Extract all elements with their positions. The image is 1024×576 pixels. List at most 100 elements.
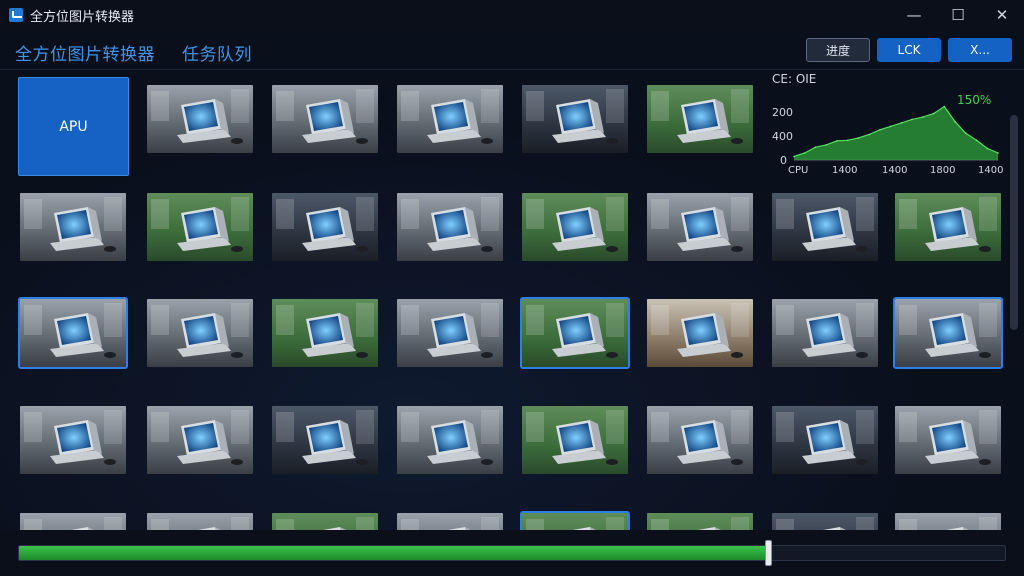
vertical-scrollbar[interactable] — [1010, 115, 1018, 330]
chart-x-tick: 1800 — [930, 165, 956, 176]
thumbnail-image — [895, 299, 1001, 367]
tab-task-queue[interactable]: 任务队列 — [182, 40, 252, 65]
tab-converter[interactable]: 全方位图片转换器 — [15, 40, 155, 65]
progress-fill — [19, 546, 769, 560]
thumbnail-image — [772, 299, 878, 367]
thumbnail-image — [397, 406, 503, 474]
thumbnail-image — [20, 193, 126, 261]
chart-point — [965, 132, 967, 135]
image-thumbnail[interactable] — [397, 193, 503, 261]
thumbnail-image — [397, 299, 503, 367]
image-thumbnail[interactable] — [147, 193, 253, 261]
thumbnail-image — [522, 85, 628, 153]
chart-peak-label: 150% — [957, 93, 992, 107]
chart-point — [868, 133, 870, 136]
image-thumbnail[interactable] — [895, 193, 1001, 261]
lock-button[interactable]: LCK — [877, 38, 941, 62]
chart-point — [932, 112, 935, 115]
thumbnail-image — [147, 513, 253, 530]
close-button[interactable]: ✕ — [980, 0, 1024, 30]
image-thumbnail[interactable] — [272, 299, 378, 367]
thumbnail-image — [522, 193, 628, 261]
image-thumbnail[interactable] — [647, 193, 753, 261]
chart-x-tick: 1400 — [832, 165, 858, 176]
image-grid: APU CE: OIE 200 400 0 150% CPU 1400 1400… — [0, 70, 1024, 530]
image-thumbnail[interactable] — [147, 513, 253, 530]
thumbnail-image — [397, 85, 503, 153]
image-thumbnail[interactable] — [647, 85, 753, 153]
thumbnail-image — [895, 193, 1001, 261]
thumbnail-image — [20, 513, 126, 530]
chart-point — [836, 140, 838, 142]
image-thumbnail[interactable] — [272, 193, 378, 261]
chart-point — [825, 144, 827, 146]
image-thumbnail[interactable] — [20, 513, 126, 530]
image-thumbnail[interactable] — [520, 511, 630, 530]
thumbnail-image — [272, 513, 378, 530]
image-thumbnail[interactable] — [895, 406, 1001, 474]
image-thumbnail[interactable] — [522, 193, 628, 261]
image-thumbnail[interactable] — [20, 193, 126, 261]
image-thumbnail[interactable] — [272, 513, 378, 530]
image-thumbnail[interactable] — [147, 85, 253, 153]
apu-tile[interactable]: APU — [18, 77, 129, 176]
chart-y-tick: 0 — [780, 154, 787, 167]
window-title: 全方位图片转换器 — [30, 9, 135, 25]
chart-point — [900, 122, 903, 124]
image-thumbnail[interactable] — [147, 406, 253, 474]
image-thumbnail[interactable] — [772, 193, 878, 261]
chart-title: CE: OIE — [772, 72, 817, 86]
chart-point — [857, 137, 860, 139]
image-thumbnail[interactable] — [397, 406, 503, 474]
thumbnail-image — [522, 513, 628, 530]
thumbnail-image — [147, 193, 253, 261]
thumbnail-image — [772, 513, 878, 530]
thumbnail-image — [272, 406, 378, 474]
thumbnail-image — [147, 406, 253, 474]
more-button[interactable]: X... — [948, 38, 1012, 62]
image-thumbnail[interactable] — [647, 299, 753, 367]
image-thumbnail[interactable] — [520, 297, 630, 369]
app-logo-icon — [9, 8, 23, 22]
chart-point — [975, 139, 978, 142]
thumbnail-image — [397, 513, 503, 530]
app-header: 全方位图片转换器 任务队列 进度 LCK X... — [0, 30, 1024, 70]
progress-handle[interactable] — [765, 540, 773, 566]
image-thumbnail[interactable] — [272, 85, 378, 153]
progress-button[interactable]: 进度 — [806, 38, 870, 62]
thumbnail-image — [20, 299, 126, 367]
image-thumbnail[interactable] — [397, 513, 503, 530]
image-thumbnail[interactable] — [647, 406, 753, 474]
image-thumbnail[interactable] — [772, 513, 878, 530]
maximize-button[interactable]: ☐ — [936, 0, 980, 30]
image-thumbnail[interactable] — [18, 297, 128, 369]
minimize-button[interactable]: — — [892, 0, 936, 30]
image-thumbnail[interactable] — [893, 297, 1003, 369]
chart-area-fill — [794, 106, 998, 160]
chart-point — [922, 116, 924, 118]
chart-x-tick: 1400 — [978, 165, 1004, 176]
image-thumbnail[interactable] — [397, 299, 503, 367]
chart-point — [986, 147, 989, 150]
image-thumbnail[interactable] — [895, 513, 1001, 530]
image-thumbnail[interactable] — [647, 513, 753, 530]
image-thumbnail[interactable] — [522, 85, 628, 153]
chart-y-tick: 200 — [772, 106, 793, 119]
chart-point — [954, 120, 956, 123]
chart-point — [911, 118, 913, 121]
chart-point — [803, 152, 806, 154]
image-thumbnail[interactable] — [772, 299, 878, 367]
image-thumbnail[interactable] — [20, 406, 126, 474]
image-thumbnail[interactable] — [147, 299, 253, 367]
thumbnail-image — [647, 406, 753, 474]
image-thumbnail[interactable] — [397, 85, 503, 153]
thumbnail-image — [272, 85, 378, 153]
chart-area — [793, 105, 999, 161]
chart-point — [846, 139, 849, 142]
thumbnail-image — [772, 193, 878, 261]
image-thumbnail[interactable] — [772, 406, 878, 474]
chart-x-tick: CPU — [788, 165, 809, 176]
image-thumbnail[interactable] — [522, 406, 628, 474]
chart-point — [879, 129, 881, 131]
image-thumbnail[interactable] — [272, 406, 378, 474]
